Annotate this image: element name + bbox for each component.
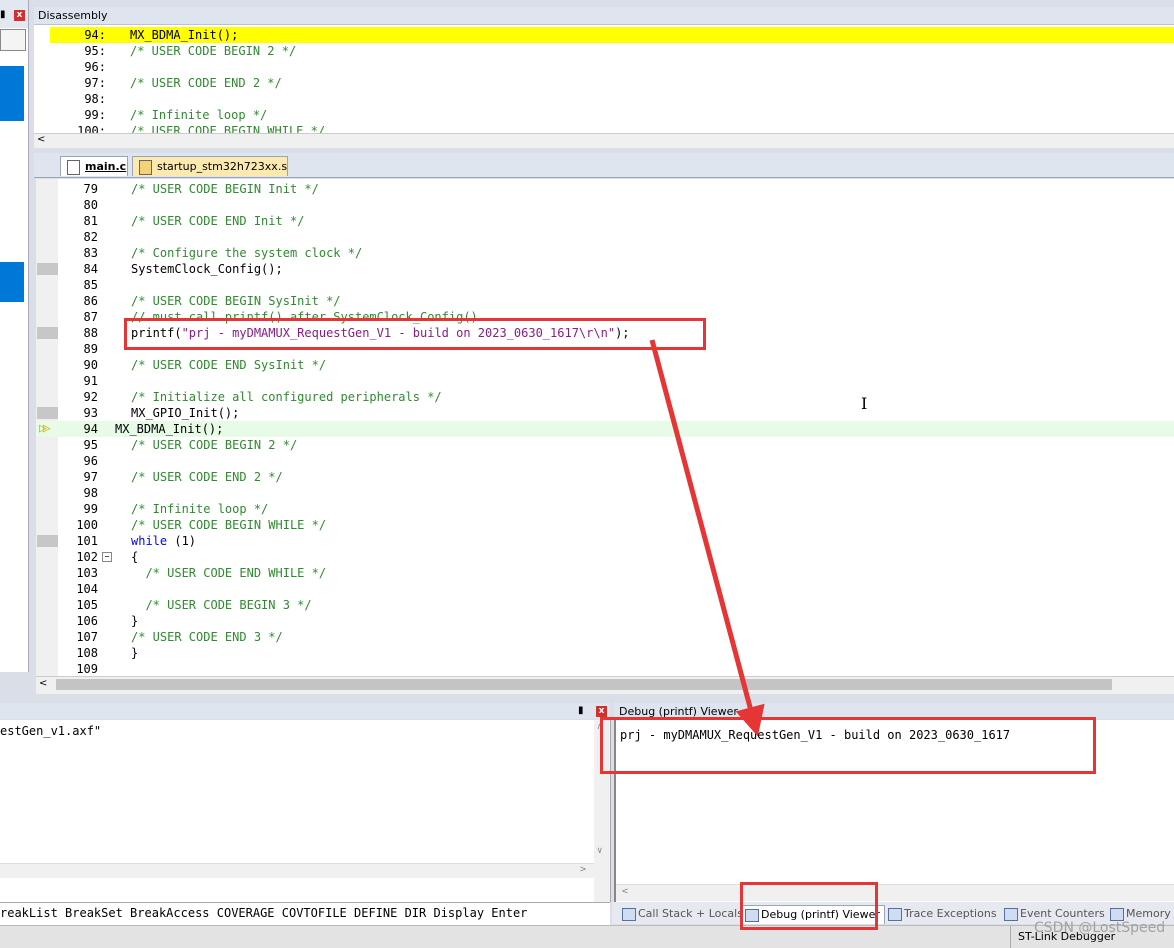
text-cursor-icon: I — [861, 394, 868, 413]
annotation-arrow — [649, 339, 765, 737]
